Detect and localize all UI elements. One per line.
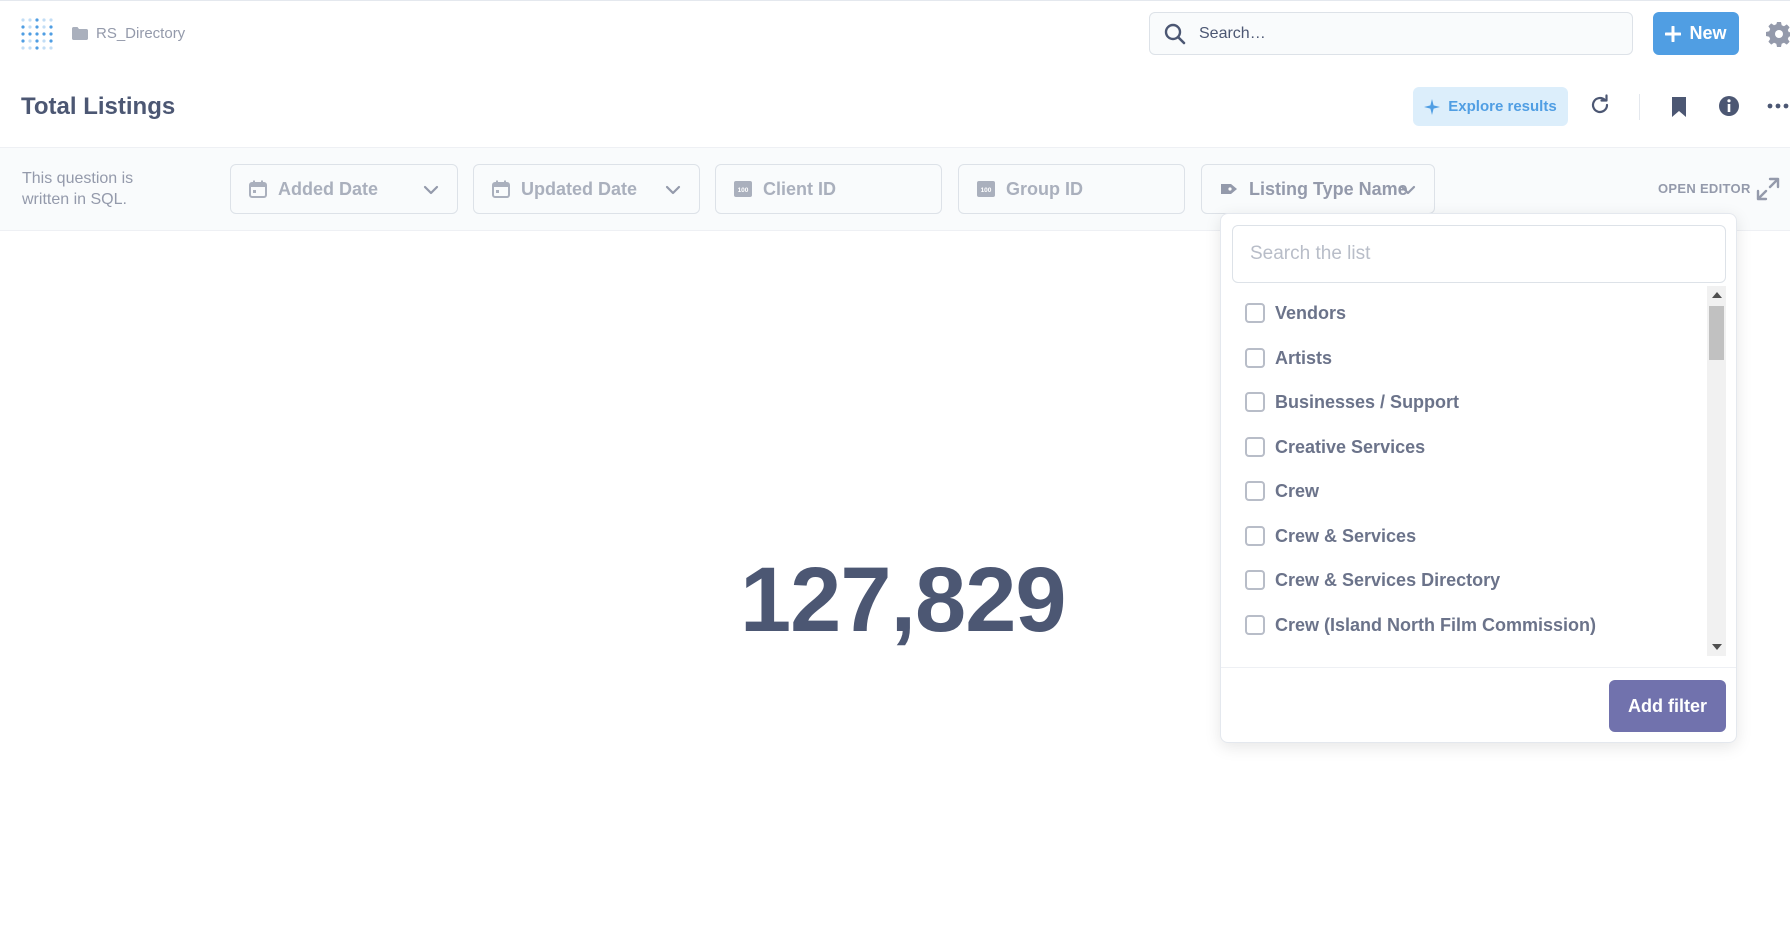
filter-group-id[interactable]: 100 Group ID xyxy=(958,164,1185,214)
add-filter-button[interactable]: Add filter xyxy=(1609,680,1726,732)
option-label: Businesses / Support xyxy=(1275,391,1460,412)
option-list: Vendors Artists Businesses / Support Cre… xyxy=(1232,286,1706,656)
page-title: Total Listings xyxy=(21,93,176,120)
checkbox[interactable] xyxy=(1245,437,1265,457)
plus-icon xyxy=(1665,25,1682,42)
option-label: Crew xyxy=(1275,480,1320,501)
search-bar[interactable]: Search… xyxy=(1149,12,1633,55)
checkbox[interactable] xyxy=(1245,615,1265,635)
filter-listing-type-name[interactable]: Listing Type Name xyxy=(1201,164,1435,214)
checkbox[interactable] xyxy=(1245,303,1265,323)
more-options-icon[interactable] xyxy=(1766,94,1790,118)
list-item[interactable]: Crew & Services xyxy=(1245,521,1416,551)
refresh-icon[interactable] xyxy=(1588,93,1612,117)
chevron-down-icon xyxy=(665,185,681,195)
list-item[interactable]: Vendors xyxy=(1245,298,1346,328)
sql-note: This question is written in SQL. xyxy=(22,170,134,208)
new-button-label: New xyxy=(1689,23,1727,43)
svg-text:100: 100 xyxy=(738,187,749,194)
calendar-icon xyxy=(249,180,267,198)
search-placeholder: Search… xyxy=(1199,24,1266,42)
list-item[interactable]: Crew & Services Directory xyxy=(1245,565,1500,595)
checkbox[interactable] xyxy=(1245,392,1265,412)
checkbox[interactable] xyxy=(1245,481,1265,501)
folder-icon xyxy=(72,27,88,40)
filter-client-id[interactable]: 100 Client ID xyxy=(715,164,942,214)
scroll-up-arrow-icon[interactable] xyxy=(1712,292,1722,298)
header-divider xyxy=(1639,94,1640,120)
option-label: Crew & Services xyxy=(1275,525,1417,546)
checkbox[interactable] xyxy=(1245,526,1265,546)
checkbox[interactable] xyxy=(1245,570,1265,590)
checkbox[interactable] xyxy=(1245,348,1265,368)
option-label: Crew (Island North Film Commission) xyxy=(1275,614,1597,635)
calendar-icon xyxy=(492,180,510,198)
list-item[interactable]: Creative Services xyxy=(1245,432,1425,462)
list-item[interactable]: Crew (Island North Film Commission) xyxy=(1245,610,1596,640)
new-button[interactable]: New xyxy=(1653,12,1739,55)
option-label: Vendors xyxy=(1275,302,1347,323)
chevron-down-icon xyxy=(1400,185,1416,195)
scrollbar-thumb[interactable] xyxy=(1709,306,1724,360)
scroll-down-arrow-icon[interactable] xyxy=(1712,644,1722,650)
list-item[interactable]: Crew xyxy=(1245,476,1319,506)
number-icon: 100 xyxy=(734,181,752,197)
sparkle-icon xyxy=(1424,98,1441,115)
search-icon xyxy=(1164,23,1186,44)
popover-divider xyxy=(1221,667,1736,668)
filter-popover: Vendors Artists Businesses / Support Cre… xyxy=(1220,213,1737,743)
metabase-logo-icon[interactable] xyxy=(20,16,54,52)
list-search-input[interactable] xyxy=(1232,225,1726,283)
scalar-value: 127,829 xyxy=(740,549,1067,651)
gear-icon[interactable] xyxy=(1766,21,1790,47)
expand-icon[interactable] xyxy=(1756,177,1780,201)
explore-results-label: Explore results xyxy=(1448,98,1557,115)
filter-label: Updated Date xyxy=(521,178,638,199)
svg-text:100: 100 xyxy=(981,187,992,194)
option-label: Artists xyxy=(1275,347,1333,368)
filter-label: Group ID xyxy=(1006,178,1083,199)
explore-results-button[interactable]: Explore results xyxy=(1413,87,1568,126)
bookmark-icon[interactable] xyxy=(1667,95,1691,119)
filter-label: Client ID xyxy=(763,178,837,199)
tag-icon xyxy=(1221,184,1237,194)
list-scrollbar[interactable] xyxy=(1707,286,1726,656)
filter-added-date[interactable]: Added Date xyxy=(230,164,458,214)
number-icon: 100 xyxy=(977,181,995,197)
top-navigation: RS_Directory Search… New xyxy=(0,0,1790,65)
option-label: Crew & Services Directory xyxy=(1275,569,1501,590)
filter-label: Added Date xyxy=(278,178,379,199)
chevron-down-icon xyxy=(423,185,439,195)
option-label: Creative Services xyxy=(1275,436,1426,457)
filter-updated-date[interactable]: Updated Date xyxy=(473,164,700,214)
info-icon[interactable] xyxy=(1717,94,1741,118)
open-editor-button[interactable]: OPEN EDITOR xyxy=(1658,181,1751,196)
list-item[interactable]: Businesses / Support xyxy=(1245,387,1459,417)
breadcrumb-collection[interactable]: RS_Directory xyxy=(96,25,185,42)
list-item[interactable]: Artists xyxy=(1245,343,1332,373)
breadcrumb[interactable]: RS_Directory xyxy=(72,25,185,42)
filter-label: Listing Type Name xyxy=(1249,178,1408,199)
